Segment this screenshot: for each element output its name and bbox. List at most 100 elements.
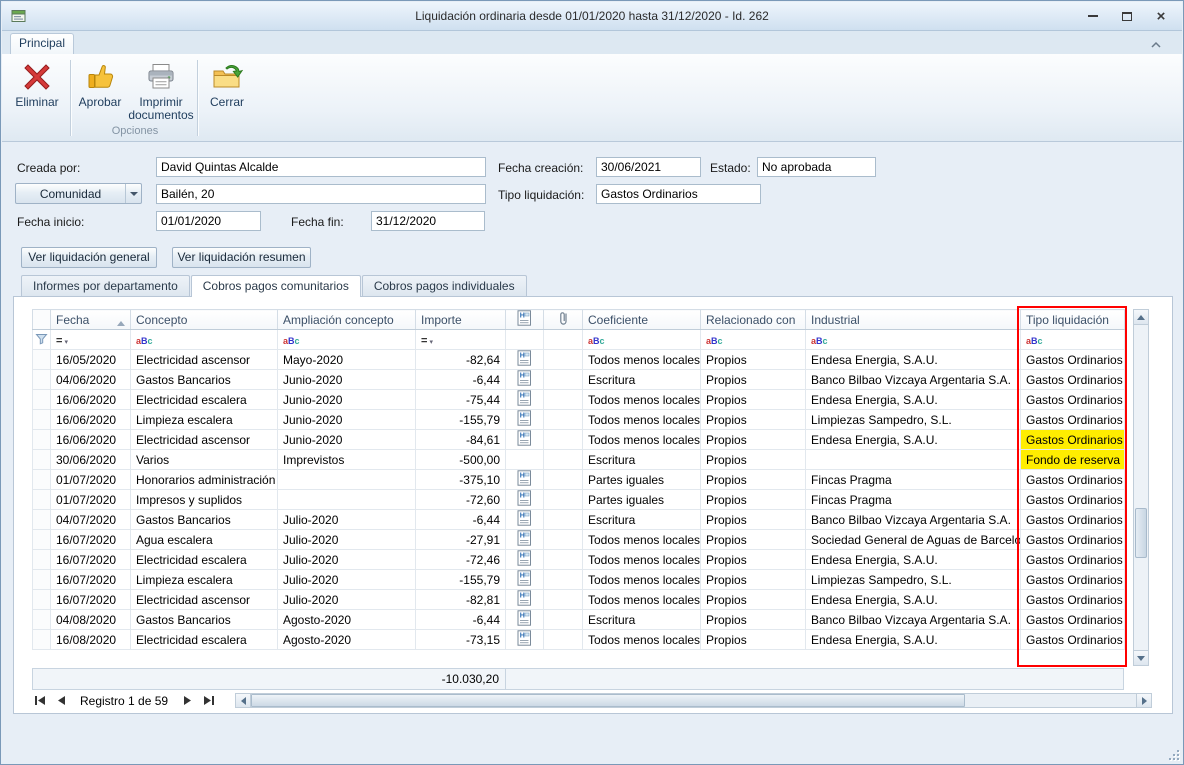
cell-concepto[interactable]: Limpieza escalera: [131, 570, 278, 590]
maximize-button[interactable]: [1114, 6, 1140, 26]
cell-importe[interactable]: -27,91: [416, 530, 506, 550]
cell-documento[interactable]: H: [506, 510, 544, 530]
cell-documento[interactable]: H: [506, 630, 544, 650]
column-header-relacionado[interactable]: Relacionado con: [701, 310, 806, 330]
creada-por-field[interactable]: [156, 157, 486, 177]
cell-industrial[interactable]: [806, 450, 1021, 470]
cell-ampliacion[interactable]: Junio-2020: [278, 430, 416, 450]
cell-tipo-liquidacion[interactable]: Gastos Ordinarios: [1021, 390, 1125, 410]
cell-tipo-liquidacion[interactable]: Gastos Ordinarios: [1021, 630, 1125, 650]
cell-relacionado[interactable]: Propios: [701, 510, 806, 530]
cell-concepto[interactable]: Honorarios administración: [131, 470, 278, 490]
cell-adjunto[interactable]: [544, 390, 583, 410]
cell-industrial[interactable]: Endesa Energia, S.A.U.: [806, 550, 1021, 570]
eliminar-button[interactable]: Eliminar: [8, 58, 66, 130]
minimize-button[interactable]: [1080, 6, 1106, 26]
filter-cell-importe[interactable]: =▾: [416, 330, 506, 350]
cell-relacionado[interactable]: Propios: [701, 430, 806, 450]
fecha-fin-field[interactable]: [371, 211, 485, 231]
cell-relacionado[interactable]: Propios: [701, 590, 806, 610]
cell-relacionado[interactable]: Propios: [701, 550, 806, 570]
imprimir-documentos-button[interactable]: Imprimir documentos: [128, 58, 194, 130]
cell-importe[interactable]: -73,15: [416, 630, 506, 650]
row-indicator-cell[interactable]: [33, 490, 51, 510]
row-indicator-cell[interactable]: [33, 510, 51, 530]
filter-cell-industrial[interactable]: aBc: [806, 330, 1021, 350]
cell-ampliacion[interactable]: Julio-2020: [278, 570, 416, 590]
cell-documento[interactable]: H: [506, 610, 544, 630]
comunidad-field[interactable]: [156, 184, 486, 204]
cell-tipo-liquidacion[interactable]: Gastos Ordinarios: [1021, 550, 1125, 570]
cell-coeficiente[interactable]: Todos menos locales: [583, 350, 701, 370]
cell-industrial[interactable]: Endesa Energia, S.A.U.: [806, 630, 1021, 650]
cell-concepto[interactable]: Agua escalera: [131, 530, 278, 550]
cell-concepto[interactable]: Electricidad escalera: [131, 550, 278, 570]
cell-concepto[interactable]: Varios: [131, 450, 278, 470]
cell-adjunto[interactable]: [544, 630, 583, 650]
cell-importe[interactable]: -375,10: [416, 470, 506, 490]
cell-fecha[interactable]: 04/08/2020: [51, 610, 131, 630]
cell-ampliacion[interactable]: Agosto-2020: [278, 630, 416, 650]
row-indicator-cell[interactable]: [33, 630, 51, 650]
column-header-clip[interactable]: [544, 310, 583, 330]
cell-ampliacion[interactable]: Julio-2020: [278, 530, 416, 550]
filter-cell-clip[interactable]: [544, 330, 583, 350]
filter-cell-fecha[interactable]: =▾: [51, 330, 131, 350]
cell-industrial[interactable]: Fincas Pragma: [806, 490, 1021, 510]
horizontal-scrollbar[interactable]: [235, 693, 1152, 708]
row-indicator-cell[interactable]: [33, 370, 51, 390]
cell-relacionado[interactable]: Propios: [701, 390, 806, 410]
cell-ampliacion[interactable]: Agosto-2020: [278, 610, 416, 630]
cell-industrial[interactable]: Endesa Energia, S.A.U.: [806, 590, 1021, 610]
cell-concepto[interactable]: Electricidad ascensor: [131, 590, 278, 610]
cell-ampliacion[interactable]: Junio-2020: [278, 370, 416, 390]
cell-fecha[interactable]: 16/07/2020: [51, 590, 131, 610]
cell-concepto[interactable]: Electricidad escalera: [131, 390, 278, 410]
cell-tipo-liquidacion[interactable]: Gastos Ordinarios: [1021, 570, 1125, 590]
cell-adjunto[interactable]: [544, 410, 583, 430]
resize-grip[interactable]: [1167, 748, 1179, 760]
cell-fecha[interactable]: 16/07/2020: [51, 530, 131, 550]
cell-importe[interactable]: -155,79: [416, 570, 506, 590]
last-record-button[interactable]: [200, 694, 216, 707]
cell-documento[interactable]: H: [506, 490, 544, 510]
cell-fecha[interactable]: 01/07/2020: [51, 470, 131, 490]
cell-fecha[interactable]: 04/06/2020: [51, 370, 131, 390]
cell-concepto[interactable]: Gastos Bancarios: [131, 510, 278, 530]
cell-coeficiente[interactable]: Todos menos locales: [583, 570, 701, 590]
cell-ampliacion[interactable]: Imprevistos: [278, 450, 416, 470]
cell-adjunto[interactable]: [544, 610, 583, 630]
cell-fecha[interactable]: 16/07/2020: [51, 550, 131, 570]
cell-documento[interactable]: H: [506, 430, 544, 450]
cell-adjunto[interactable]: [544, 550, 583, 570]
cell-documento[interactable]: H: [506, 550, 544, 570]
cell-tipo-liquidacion[interactable]: Gastos Ordinarios: [1021, 370, 1125, 390]
cell-importe[interactable]: -84,61: [416, 430, 506, 450]
cell-industrial[interactable]: Endesa Energia, S.A.U.: [806, 390, 1021, 410]
cell-adjunto[interactable]: [544, 450, 583, 470]
cell-fecha[interactable]: 16/06/2020: [51, 410, 131, 430]
filter-cell-relacionado[interactable]: aBc: [701, 330, 806, 350]
cell-importe[interactable]: -6,44: [416, 510, 506, 530]
cell-concepto[interactable]: Electricidad ascensor: [131, 350, 278, 370]
cell-coeficiente[interactable]: Escritura: [583, 510, 701, 530]
cell-coeficiente[interactable]: Escritura: [583, 370, 701, 390]
cell-coeficiente[interactable]: Todos menos locales: [583, 390, 701, 410]
cell-industrial[interactable]: Limpiezas Sampedro, S.L.: [806, 410, 1021, 430]
row-indicator-cell[interactable]: [33, 390, 51, 410]
cell-adjunto[interactable]: [544, 470, 583, 490]
cell-industrial[interactable]: Banco Bilbao Vizcaya Argentaria S.A.: [806, 610, 1021, 630]
cell-relacionado[interactable]: Propios: [701, 570, 806, 590]
cell-tipo-liquidacion[interactable]: Gastos Ordinarios: [1021, 350, 1125, 370]
cell-concepto[interactable]: Gastos Bancarios: [131, 610, 278, 630]
cell-documento[interactable]: H: [506, 470, 544, 490]
scroll-right-button[interactable]: [1136, 694, 1151, 707]
cell-coeficiente[interactable]: Escritura: [583, 610, 701, 630]
cell-concepto[interactable]: Electricidad ascensor: [131, 430, 278, 450]
cell-tipo-liquidacion[interactable]: Gastos Ordinarios: [1021, 590, 1125, 610]
vertical-scrollbar[interactable]: [1133, 309, 1149, 666]
cell-documento[interactable]: H: [506, 390, 544, 410]
ribbon-collapse-button[interactable]: [1150, 38, 1162, 52]
cell-adjunto[interactable]: [544, 590, 583, 610]
cell-importe[interactable]: -6,44: [416, 610, 506, 630]
